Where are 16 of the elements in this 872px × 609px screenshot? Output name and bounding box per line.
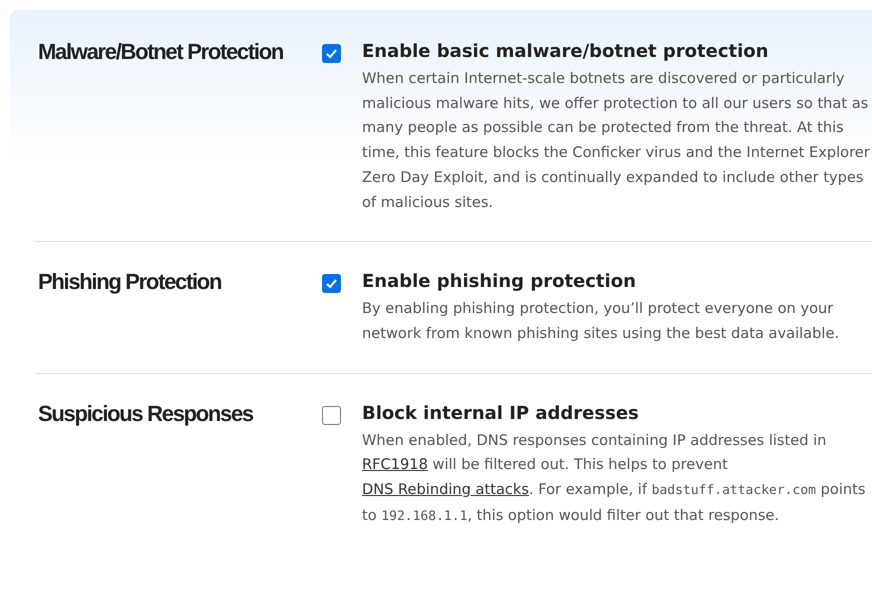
section-title: Phishing Protection	[37, 268, 222, 296]
section-title: Malware/Botnet Protection	[37, 38, 284, 66]
option-label: Enable phishing protection	[362, 270, 637, 294]
link[interactable]: RFC1918	[362, 456, 428, 474]
checkbox[interactable]	[322, 274, 341, 294]
checkbox[interactable]	[322, 406, 341, 425]
option-description: When certain Internet-scale botnets are discovered or particularly malicious malware hits, we offer protection to all our users so that as many people as possible can be protected from the threat. At this time, this feature blocks the Conficker virus and the Internet Explorer Zero Day Exploit, and is continually expanded to include other types of malicious sites.	[362, 69, 871, 213]
check-icon	[325, 47, 338, 60]
link[interactable]: DNS Rebinding attacks	[362, 481, 529, 498]
checkbox[interactable]	[322, 44, 341, 63]
check-icon	[325, 277, 338, 290]
option-description: By enabling phishing protection, you’ll protect everyone on your network from known phishing sites using the best data available.	[362, 299, 840, 344]
option-label: Enable basic malware/botnet protection	[362, 40, 770, 64]
option-label: Block internal IP addresses	[362, 402, 640, 426]
section-title: Suspicious Responses	[37, 400, 254, 428]
option-description: When enabled, DNS responses containing IP addresses listed in RFC1918 will be filtered out. This helps to prevent DNS Rebinding attacks. For example, if badstuff.attacker.com points to 192.168.1.1, this option would filter out that response.	[362, 430, 866, 526]
